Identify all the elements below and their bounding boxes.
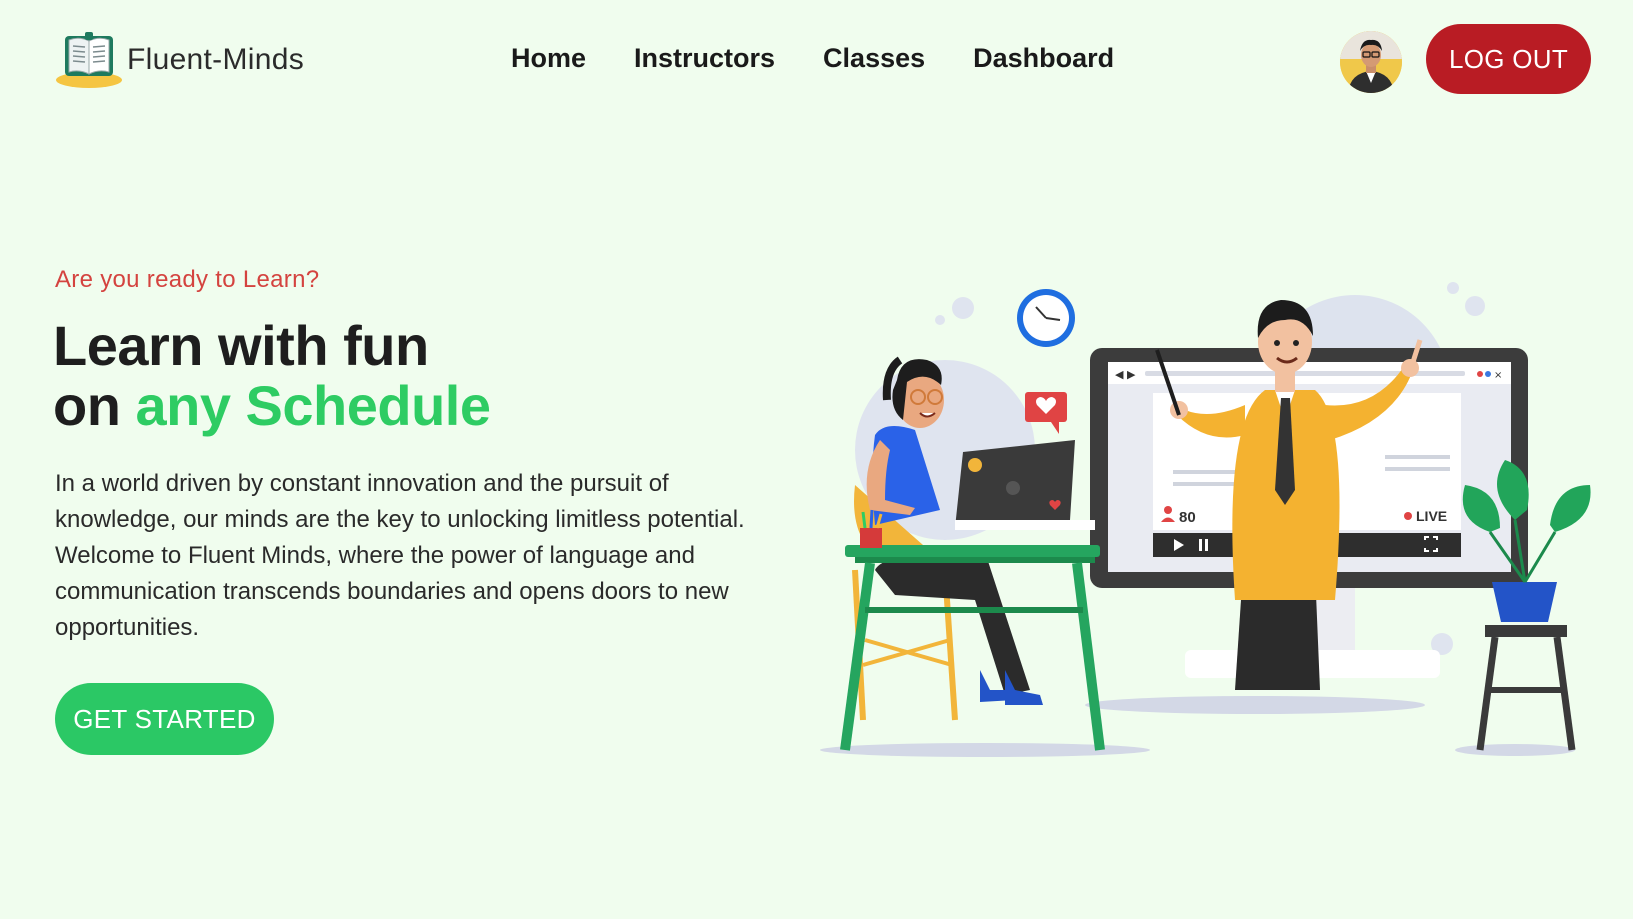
headline-accent: any Schedule	[135, 374, 491, 437]
person-avatar-icon	[1340, 31, 1402, 93]
nav-home[interactable]: Home	[511, 40, 586, 76]
nav-dashboard[interactable]: Dashboard	[973, 40, 1114, 76]
svg-text:◀ ▶: ◀ ▶	[1115, 368, 1136, 381]
brand-name: Fluent-Minds	[127, 43, 304, 76]
svg-text:×: ×	[1494, 370, 1502, 381]
live-dot-icon	[1404, 512, 1412, 520]
hero-eyebrow: Are you ready to Learn?	[55, 266, 320, 293]
hero-description: In a world driven by constant innovation…	[55, 470, 745, 641]
headline-line2-prefix: on	[53, 374, 136, 437]
brand[interactable]: Fluent-Minds	[55, 30, 304, 90]
get-started-button[interactable]: GET STARTED	[55, 683, 274, 755]
site-header: Fluent-Minds Home Instructors Classes Da…	[0, 0, 1633, 118]
hero-illustration: ◀ ▶ × 80 LIVE	[820, 282, 1591, 757]
user-avatar[interactable]	[1340, 31, 1402, 93]
main-nav: Home Instructors Classes Dashboard	[511, 40, 1114, 76]
nav-classes[interactable]: Classes	[823, 40, 925, 76]
logout-button[interactable]: LOG OUT	[1426, 24, 1591, 94]
hero-headline: Learn with fun on any Schedule	[53, 316, 491, 436]
open-book-logo-icon	[56, 32, 122, 88]
clock-icon	[1017, 289, 1075, 347]
live-label: LIVE	[1416, 508, 1447, 524]
viewer-count: 80	[1179, 509, 1196, 526]
headline-line1: Learn with fun	[53, 314, 429, 377]
nav-instructors[interactable]: Instructors	[634, 40, 775, 76]
